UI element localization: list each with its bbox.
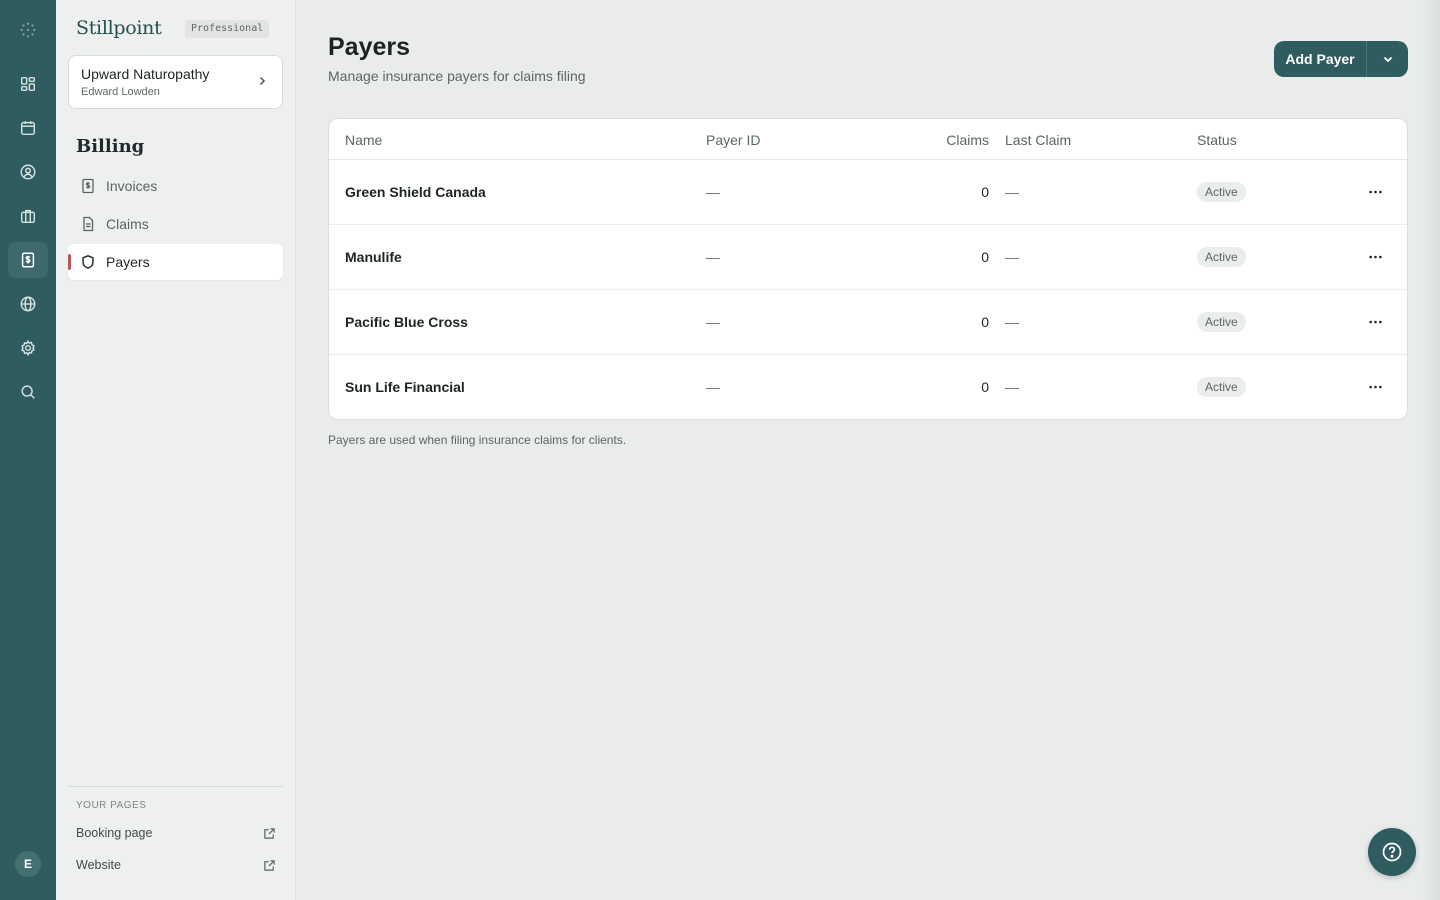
booking-page-label: Booking page	[76, 826, 153, 840]
sidebar-item-label: Claims	[106, 216, 149, 232]
plan-badge: Professional	[185, 20, 270, 38]
page-title: Payers	[328, 33, 411, 61]
icon-rail: E	[0, 0, 56, 900]
search-icon[interactable]	[8, 374, 48, 410]
practice-owner: Edward Lowden	[81, 86, 160, 98]
gear-icon[interactable]	[8, 330, 48, 366]
status-badge: Active	[1197, 182, 1246, 202]
practice-name: Upward Naturopathy	[81, 66, 210, 82]
more-actions-icon[interactable]	[1365, 312, 1385, 332]
sidebar-item-payers[interactable]: Payers	[68, 244, 283, 280]
payer-id: —	[706, 249, 720, 265]
practice-switcher[interactable]: Upward Naturopathy Edward Lowden	[68, 55, 283, 109]
payer-name: Manulife	[345, 249, 402, 265]
website-link[interactable]: Website	[76, 855, 276, 875]
payer-name: Pacific Blue Cross	[345, 314, 468, 330]
column-header-status[interactable]: Status	[1197, 132, 1237, 148]
last-claim: —	[1005, 249, 1019, 265]
claims-count: 0	[981, 249, 989, 265]
page-subtitle: Manage insurance payers for claims filin…	[328, 68, 586, 84]
sidebar-item-claims[interactable]: Claims	[68, 206, 283, 242]
more-actions-icon[interactable]	[1365, 377, 1385, 397]
last-claim: —	[1005, 379, 1019, 395]
sidebar-item-invoices[interactable]: Invoices	[68, 168, 283, 204]
payer-id: —	[706, 184, 720, 200]
table-header: Name Payer ID Claims Last Claim Status	[329, 119, 1407, 160]
active-indicator	[68, 254, 71, 270]
claims-count: 0	[981, 184, 989, 200]
more-actions-icon[interactable]	[1365, 247, 1385, 267]
column-header-name[interactable]: Name	[345, 132, 382, 148]
status-badge: Active	[1197, 247, 1246, 267]
more-actions-icon[interactable]	[1365, 182, 1385, 202]
status-badge: Active	[1197, 312, 1246, 332]
add-payer-split-button: Add Payer	[1274, 41, 1408, 77]
payer-id: —	[706, 314, 720, 330]
payer-name: Green Shield Canada	[345, 184, 486, 200]
client-icon[interactable]	[8, 154, 48, 190]
your-pages-label: YOUR PAGES	[76, 800, 147, 811]
external-link-icon	[264, 827, 275, 839]
scrollbar[interactable]	[1422, 0, 1440, 900]
document-icon	[80, 216, 96, 232]
invoice-icon	[80, 178, 96, 194]
section-title: Billing	[76, 136, 145, 157]
calendar-icon[interactable]	[8, 110, 48, 146]
payers-table: Name Payer ID Claims Last Claim Status G…	[328, 118, 1408, 420]
column-header-last-claim[interactable]: Last Claim	[1005, 132, 1071, 148]
divider	[68, 786, 283, 787]
help-icon	[1382, 842, 1402, 862]
table-row[interactable]: Green Shield Canada — 0 — Active	[329, 160, 1407, 225]
shield-icon	[80, 254, 96, 270]
table-footnote: Payers are used when filing insurance cl…	[328, 433, 627, 447]
main-content: Payers Manage insurance payers for claim…	[296, 0, 1440, 900]
user-avatar[interactable]: E	[15, 851, 41, 877]
last-claim: —	[1005, 184, 1019, 200]
external-link-icon	[264, 859, 275, 871]
booking-page-link[interactable]: Booking page	[76, 823, 276, 843]
globe-icon[interactable]	[8, 286, 48, 322]
help-button[interactable]	[1368, 828, 1416, 876]
column-header-payer-id[interactable]: Payer ID	[706, 132, 760, 148]
dashboard-icon[interactable]	[8, 66, 48, 102]
chevron-right-icon	[259, 76, 266, 86]
brand-name[interactable]: Stillpoint	[76, 17, 162, 39]
last-claim: —	[1005, 314, 1019, 330]
logo-dots-icon[interactable]	[8, 12, 48, 48]
billing-sidebar: Stillpoint Professional Upward Naturopat…	[56, 0, 296, 900]
table-row[interactable]: Sun Life Financial — 0 — Active	[329, 355, 1407, 419]
table-row[interactable]: Manulife — 0 — Active	[329, 225, 1407, 290]
add-payer-button[interactable]: Add Payer	[1274, 41, 1367, 77]
sidebar-item-label: Invoices	[106, 178, 158, 194]
add-payer-options-button[interactable]	[1367, 41, 1408, 77]
claims-count: 0	[981, 314, 989, 330]
chevron-down-icon	[1383, 56, 1392, 63]
payer-name: Sun Life Financial	[345, 379, 465, 395]
claims-count: 0	[981, 379, 989, 395]
briefcase-icon[interactable]	[8, 198, 48, 234]
website-label: Website	[76, 858, 121, 872]
table-row[interactable]: Pacific Blue Cross — 0 — Active	[329, 290, 1407, 355]
column-header-claims[interactable]: Claims	[889, 132, 989, 148]
status-badge: Active	[1197, 377, 1246, 397]
billing-icon[interactable]	[8, 242, 48, 278]
sidebar-item-label: Payers	[106, 254, 150, 270]
payer-id: —	[706, 379, 720, 395]
